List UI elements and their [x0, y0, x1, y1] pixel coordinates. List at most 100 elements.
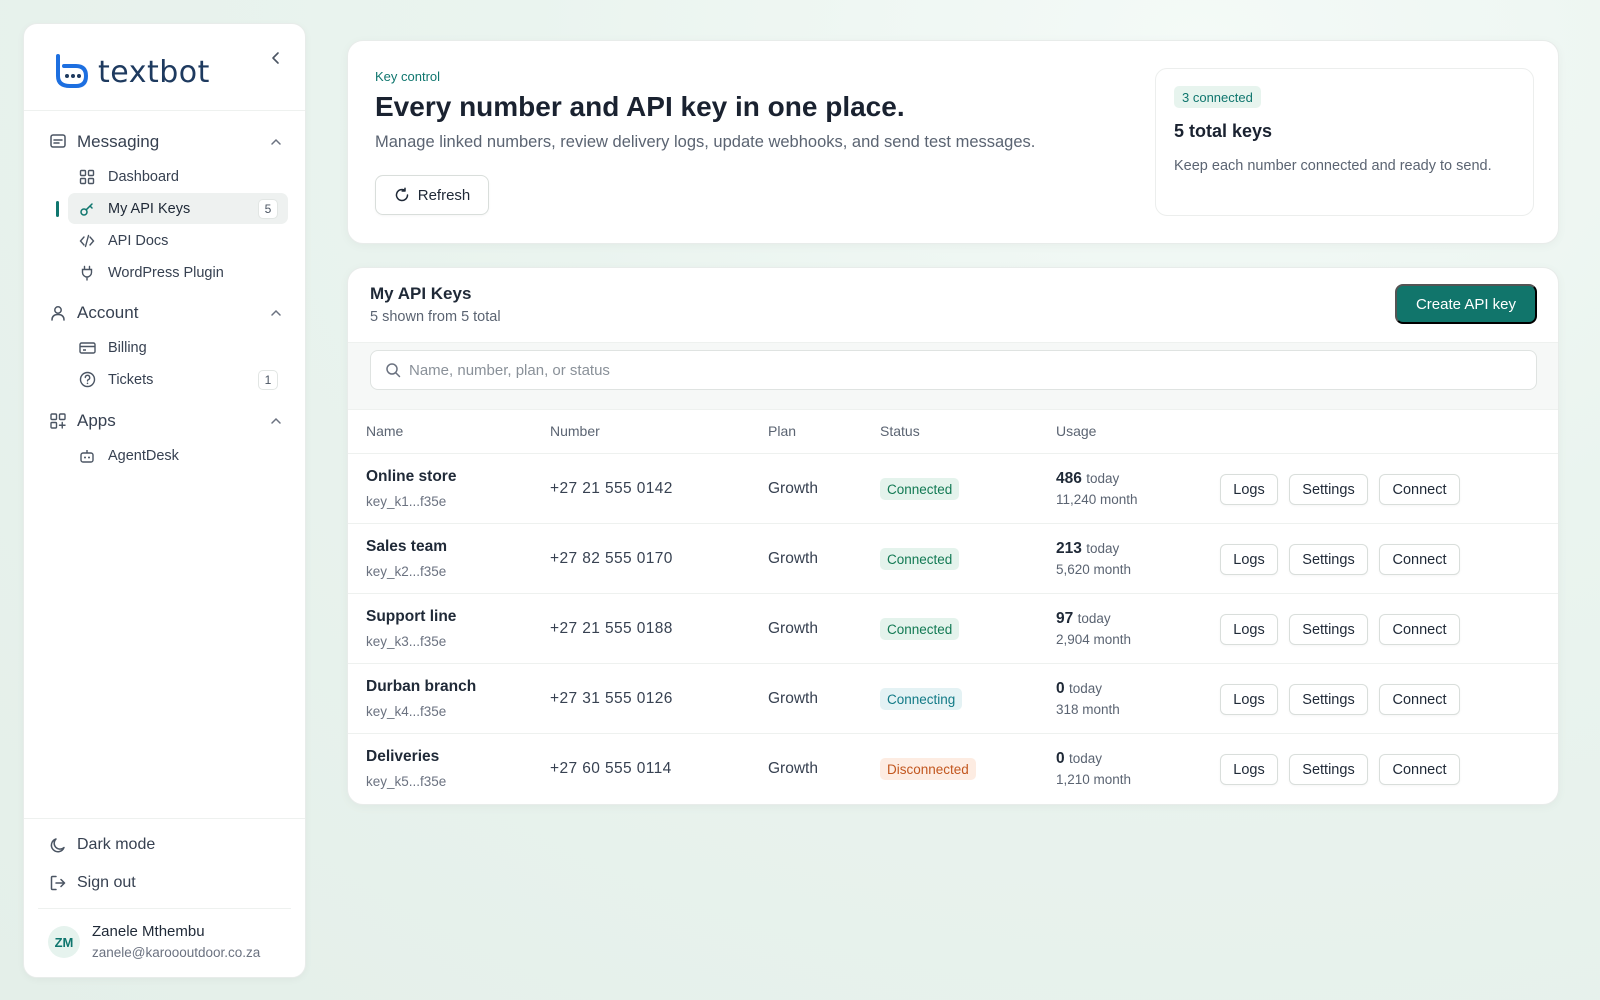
connect-button[interactable]: Connect [1379, 544, 1460, 575]
moon-icon [48, 835, 68, 855]
api-keys-card: My API Keys 5 shown from 5 total Create … [347, 267, 1559, 805]
sidebar-item-api-docs[interactable]: API Docs [68, 225, 288, 256]
key-id: key_k4...f35e [366, 704, 447, 719]
apps-icon [48, 411, 68, 431]
user-icon [48, 303, 68, 323]
page-title: Every number and API key in one place. [375, 91, 905, 122]
usage-month: 11,240 month [1056, 492, 1138, 507]
refresh-icon [395, 187, 408, 202]
sidebar-divider [38, 908, 291, 909]
usage-month: 318 month [1056, 702, 1120, 717]
search-input[interactable] [409, 361, 1509, 379]
sidebar-item-label: My API Keys [108, 200, 191, 217]
logs-button[interactable]: Logs [1220, 614, 1278, 645]
key-id: key_k3...f35e [366, 634, 447, 649]
column-header-status[interactable]: Status [880, 423, 920, 439]
connect-button[interactable]: Connect [1379, 474, 1460, 505]
sidebar-group-apps[interactable]: Apps [48, 409, 284, 433]
summary-stat-card: 3 connected 5 total keys Keep each numbe… [1155, 68, 1534, 216]
avatar[interactable]: ZM [48, 926, 80, 958]
chevron-left-icon [272, 52, 279, 64]
key-name: Durban branch [366, 678, 477, 695]
sidebar-group-label: Apps [77, 411, 116, 430]
plug-icon [78, 264, 96, 282]
sidebar-divider [24, 818, 305, 819]
logs-button[interactable]: Logs [1220, 474, 1278, 505]
settings-button[interactable]: Settings [1289, 684, 1368, 715]
phone-number: +27 82 555 0170 [550, 550, 673, 567]
usage-today: 0 today [1056, 680, 1102, 698]
key-name: Sales team [366, 538, 447, 555]
collapse-sidebar-button[interactable] [264, 46, 288, 70]
column-header-usage[interactable]: Usage [1056, 423, 1096, 439]
section-subtitle: 5 shown from 5 total [370, 309, 501, 325]
column-header-name[interactable]: Name [366, 423, 403, 439]
usage-month: 2,904 month [1056, 632, 1132, 647]
refresh-button[interactable]: Refresh [375, 175, 489, 215]
status-badge: Connected [880, 548, 960, 570]
count-badge: 5 [258, 198, 278, 219]
status-badge: Connected [880, 478, 960, 500]
user-name: Zanele Mthembu [92, 923, 205, 940]
usage-today-count: 97 [1056, 610, 1074, 627]
sidebar-item-dashboard[interactable]: Dashboard [68, 161, 288, 192]
credit-card-icon [78, 339, 96, 357]
chevron-up-icon [271, 138, 281, 145]
sidebar-item-label: WordPress Plugin [108, 264, 224, 281]
sidebar-group-account[interactable]: Account [48, 301, 284, 325]
search-field[interactable] [370, 350, 1537, 390]
usage-today-count: 213 [1056, 540, 1082, 557]
message-square-icon [48, 132, 68, 152]
column-header-plan[interactable]: Plan [768, 423, 796, 439]
logs-button[interactable]: Logs [1220, 684, 1278, 715]
brand-logo[interactable]: textbot [52, 52, 210, 92]
settings-button[interactable]: Settings [1289, 614, 1368, 645]
sidebar-item-label: Billing [108, 339, 147, 356]
sidebar-item-my-api-keys[interactable]: My API Keys 5 [68, 193, 288, 224]
connect-button[interactable]: Connect [1379, 754, 1460, 785]
phone-number: +27 21 555 0188 [550, 620, 673, 637]
column-header-number[interactable]: Number [550, 423, 600, 439]
sidebar-item-label: API Docs [108, 232, 169, 249]
sidebar: textbot Messaging Dashboard My API Keys … [23, 23, 306, 978]
usage-today-suffix: today [1086, 541, 1120, 556]
settings-button[interactable]: Settings [1289, 474, 1368, 505]
sidebar-item-label: AgentDesk [108, 447, 179, 464]
logs-button[interactable]: Logs [1220, 544, 1278, 575]
sidebar-item-billing[interactable]: Billing [68, 332, 288, 363]
hero-card: Key control Every number and API key in … [347, 40, 1559, 244]
help-circle-icon [78, 371, 96, 389]
plan-name: Growth [768, 550, 818, 567]
usage-today-count: 486 [1056, 470, 1082, 487]
sidebar-group-messaging[interactable]: Messaging [48, 130, 284, 154]
sidebar-item-label: Tickets [108, 371, 154, 388]
connect-button[interactable]: Connect [1379, 684, 1460, 715]
settings-button[interactable]: Settings [1289, 754, 1368, 785]
status-badge: Disconnected [880, 758, 976, 780]
refresh-label: Refresh [417, 186, 471, 204]
dark-mode-label: Dark mode [77, 836, 156, 853]
active-indicator [56, 201, 59, 217]
log-out-icon [48, 873, 68, 893]
chevron-up-icon [271, 309, 281, 316]
total-keys-title: 5 total keys [1174, 121, 1273, 141]
connected-count-badge: 3 connected [1174, 86, 1261, 108]
sidebar-item-agentdesk[interactable]: AgentDesk [68, 440, 288, 471]
usage-today-suffix: today [1068, 681, 1102, 696]
search-icon [386, 363, 401, 378]
sidebar-group-label: Account [77, 303, 139, 322]
grid-icon [78, 168, 96, 186]
sidebar-item-wordpress-plugin[interactable]: WordPress Plugin [68, 257, 288, 288]
usage-today: 0 today [1056, 750, 1102, 768]
dark-mode-toggle[interactable]: Dark mode [48, 835, 155, 855]
sign-out-button[interactable]: Sign out [48, 873, 136, 893]
key-id: key_k1...f35e [366, 494, 447, 509]
connect-button[interactable]: Connect [1379, 614, 1460, 645]
usage-today: 97 today [1056, 610, 1111, 628]
settings-button[interactable]: Settings [1289, 544, 1368, 575]
logs-button[interactable]: Logs [1220, 754, 1278, 785]
create-api-key-button[interactable]: Create API key [1395, 284, 1537, 324]
sidebar-item-tickets[interactable]: Tickets 1 [68, 364, 288, 395]
sidebar-divider [24, 110, 305, 111]
phone-number: +27 31 555 0126 [550, 690, 673, 707]
